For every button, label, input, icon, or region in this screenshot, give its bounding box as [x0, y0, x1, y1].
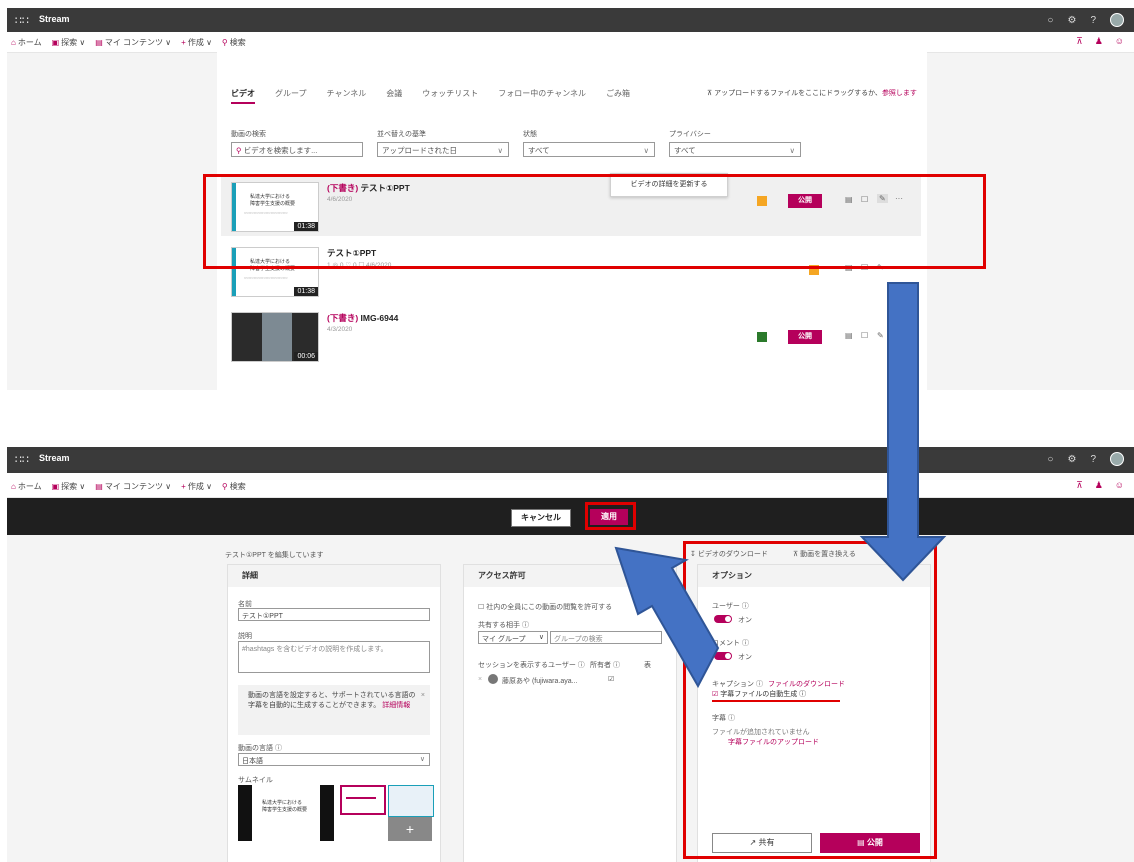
annotation-arrows — [614, 282, 947, 689]
up-left-arrow — [614, 546, 720, 689]
down-arrow — [859, 282, 947, 582]
